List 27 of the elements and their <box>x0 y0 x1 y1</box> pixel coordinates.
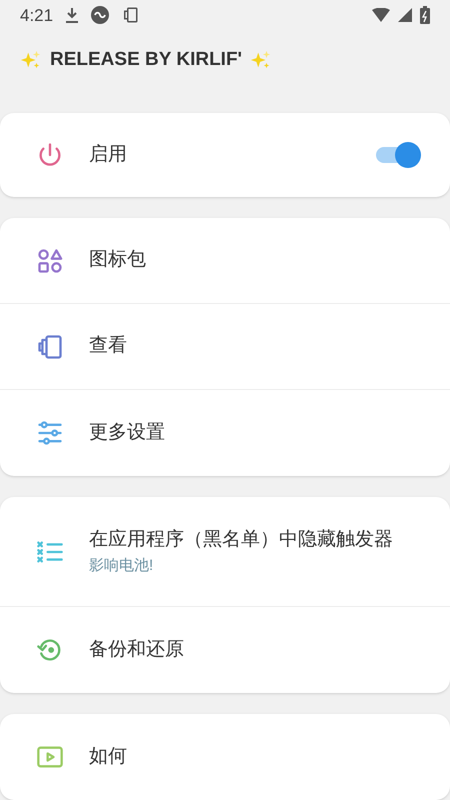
settings-row[interactable]: 备份和还原 <box>0 607 450 693</box>
row-label: 查看 <box>89 334 128 358</box>
settings-row[interactable]: 查看 <box>0 304 450 390</box>
row-label: 在应用程序（黑名单）中隐藏触发器 <box>89 528 394 552</box>
row-label: 如何 <box>89 744 128 769</box>
header-title: RELEASE BY KIRLIF' <box>50 48 242 72</box>
settings-row[interactable]: 启用 <box>0 113 450 197</box>
wifi-icon <box>372 8 390 22</box>
settings-row[interactable]: 如何 <box>0 714 450 800</box>
panels-icon <box>121 6 140 24</box>
circle-icon <box>91 6 110 24</box>
status-time: 4:21 <box>20 4 54 27</box>
sliders-icon <box>36 419 64 447</box>
row-label: 启用 <box>89 142 128 167</box>
download-icon <box>65 7 80 24</box>
row-label: 更多设置 <box>89 420 166 445</box>
toggle-switch[interactable] <box>374 141 422 169</box>
battery-icon <box>420 6 430 24</box>
signal-icon <box>398 8 412 22</box>
panels-icon <box>36 332 64 360</box>
shapes-icon <box>36 246 64 274</box>
row-subtitle: 影响电池! <box>89 556 154 576</box>
row-label: 备份和还原 <box>89 638 185 662</box>
settings-row[interactable]: 图标包 <box>0 218 450 304</box>
settings-row[interactable]: 在应用程序（黑名单）中隐藏触发器 影响电池! <box>0 497 450 607</box>
settings-row[interactable]: 更多设置 <box>0 390 450 476</box>
row-label: 图标包 <box>89 248 147 272</box>
